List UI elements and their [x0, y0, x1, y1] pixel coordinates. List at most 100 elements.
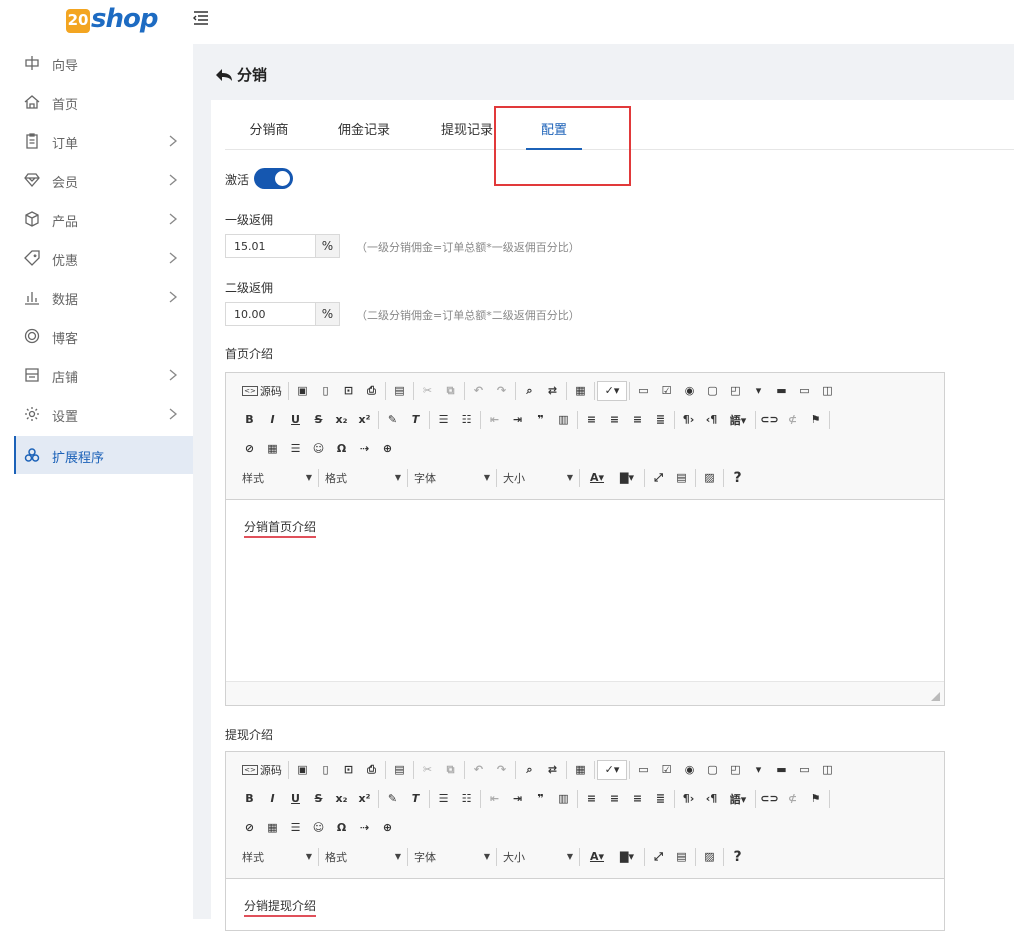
- page-break-icon[interactable]: ⇢: [353, 818, 376, 838]
- text-color-icon[interactable]: A▾: [582, 847, 612, 867]
- bg-color-icon[interactable]: ▇▾: [612, 468, 642, 488]
- copy-icon[interactable]: ⧉: [439, 760, 462, 780]
- align-left-icon[interactable]: ≡: [580, 410, 603, 430]
- smiley-icon[interactable]: ☺: [307, 818, 330, 838]
- resize-handle[interactable]: [931, 692, 940, 701]
- spellcheck-icon[interactable]: ✓▾: [597, 380, 627, 401]
- strikethrough-icon[interactable]: S: [307, 410, 330, 430]
- sidebar-item-settings[interactable]: 设置: [14, 395, 193, 433]
- textfield-icon[interactable]: ▢: [701, 381, 724, 401]
- editor-content-area[interactable]: 分销首页介绍: [226, 499, 944, 681]
- redo-icon[interactable]: ↷: [490, 381, 513, 401]
- link-icon[interactable]: ⊂⊃: [758, 789, 781, 809]
- justify-icon[interactable]: ≣: [649, 789, 672, 809]
- copy-format-icon[interactable]: ✎: [381, 410, 404, 430]
- format-dropdown[interactable]: 格式 ▼: [321, 468, 405, 488]
- justify-icon[interactable]: ≣: [649, 410, 672, 430]
- button-field-icon[interactable]: ▬: [770, 381, 793, 401]
- bold-icon[interactable]: B: [238, 789, 261, 809]
- replace-icon[interactable]: ⇄: [541, 381, 564, 401]
- new-page-icon[interactable]: ▯: [314, 381, 337, 401]
- select-field-icon[interactable]: ▾: [747, 760, 770, 780]
- superscript-icon[interactable]: x²: [353, 789, 376, 809]
- align-center-icon[interactable]: ≡: [603, 410, 626, 430]
- sidebar-item-coupons[interactable]: 优惠: [14, 239, 193, 277]
- bold-icon[interactable]: B: [238, 410, 261, 430]
- select-all-icon[interactable]: ▦: [569, 760, 592, 780]
- italic-icon[interactable]: I: [261, 789, 284, 809]
- italic-icon[interactable]: I: [261, 410, 284, 430]
- print-icon[interactable]: ⎙: [360, 760, 383, 780]
- sidebar-item-products[interactable]: 产品: [14, 200, 193, 238]
- page-break-icon[interactable]: ⇢: [353, 439, 376, 459]
- hidden-field-icon[interactable]: ◫: [816, 381, 839, 401]
- flash-icon[interactable]: ⊘: [238, 439, 261, 459]
- horizontal-line-icon[interactable]: ☰: [284, 818, 307, 838]
- textarea-icon[interactable]: ◰: [724, 381, 747, 401]
- hidden-field-icon[interactable]: ◫: [816, 760, 839, 780]
- show-blocks-icon[interactable]: ▤: [670, 847, 693, 867]
- copy-format-icon[interactable]: ✎: [381, 789, 404, 809]
- rtl-icon[interactable]: ‹¶: [700, 410, 723, 430]
- outdent-icon[interactable]: ⇤: [483, 789, 506, 809]
- redo-icon[interactable]: ↷: [490, 760, 513, 780]
- strikethrough-icon[interactable]: S: [307, 789, 330, 809]
- align-center-icon[interactable]: ≡: [603, 789, 626, 809]
- subscript-icon[interactable]: x₂: [330, 410, 353, 430]
- align-right-icon[interactable]: ≡: [626, 789, 649, 809]
- select-all-icon[interactable]: ▦: [569, 381, 592, 401]
- source-button[interactable]: <> 源码: [238, 381, 286, 401]
- sidebar-item-members[interactable]: 会员: [14, 161, 193, 199]
- preview-icon[interactable]: ⊡: [337, 381, 360, 401]
- level2-rate-input[interactable]: [225, 302, 315, 326]
- indent-icon[interactable]: ⇥: [506, 410, 529, 430]
- help-icon[interactable]: ?: [726, 468, 749, 488]
- language-icon[interactable]: 語▾: [723, 410, 753, 430]
- div-container-icon[interactable]: ▥: [552, 410, 575, 430]
- remove-format-icon[interactable]: T: [404, 789, 427, 809]
- spellcheck-icon[interactable]: ✓▾: [597, 759, 627, 780]
- help-icon[interactable]: ?: [726, 847, 749, 867]
- sidebar-item-guide[interactable]: 向导: [14, 44, 193, 82]
- maximize-icon[interactable]: ⤢: [647, 468, 670, 488]
- show-blocks-icon[interactable]: ▤: [670, 468, 693, 488]
- subscript-icon[interactable]: x₂: [330, 789, 353, 809]
- unlink-icon[interactable]: ⊄: [781, 789, 804, 809]
- form-icon[interactable]: ▭: [632, 760, 655, 780]
- numbered-list-icon[interactable]: ☰: [432, 410, 455, 430]
- templates-icon[interactable]: ▤: [388, 760, 411, 780]
- sidebar-item-orders[interactable]: 订单: [14, 122, 193, 160]
- indent-icon[interactable]: ⇥: [506, 789, 529, 809]
- brand-logo[interactable]: 20 shop: [66, 3, 158, 33]
- level1-rate-input[interactable]: [225, 234, 315, 258]
- superscript-icon[interactable]: x²: [353, 410, 376, 430]
- sidebar-item-extensions[interactable]: 扩展程序: [14, 436, 193, 474]
- language-icon[interactable]: 語▾: [723, 789, 753, 809]
- size-dropdown[interactable]: 大小 ▼: [499, 847, 577, 867]
- save-icon[interactable]: ▣: [291, 381, 314, 401]
- ltr-icon[interactable]: ¶›: [677, 789, 700, 809]
- undo-icon[interactable]: ↶: [467, 760, 490, 780]
- table-icon[interactable]: ▦: [261, 818, 284, 838]
- image-icon[interactable]: ▨: [698, 847, 721, 867]
- tab-commission-records[interactable]: 佣金记录: [335, 120, 393, 150]
- anchor-icon[interactable]: ⚑: [804, 410, 827, 430]
- horizontal-line-icon[interactable]: ☰: [284, 439, 307, 459]
- sidebar-item-store[interactable]: 店铺: [14, 356, 193, 394]
- checkbox-icon[interactable]: ☑: [655, 760, 678, 780]
- rtl-icon[interactable]: ‹¶: [700, 789, 723, 809]
- tab-withdraw-records[interactable]: 提现记录: [438, 120, 496, 150]
- styles-dropdown[interactable]: 样式 ▼: [238, 847, 316, 867]
- blockquote-icon[interactable]: ❞: [529, 789, 552, 809]
- textarea-icon[interactable]: ◰: [724, 760, 747, 780]
- sidebar-item-data[interactable]: 数据: [14, 278, 193, 316]
- align-left-icon[interactable]: ≡: [580, 789, 603, 809]
- checkbox-icon[interactable]: ☑: [655, 381, 678, 401]
- underline-icon[interactable]: U: [284, 410, 307, 430]
- remove-format-icon[interactable]: T: [404, 410, 427, 430]
- size-dropdown[interactable]: 大小 ▼: [499, 468, 577, 488]
- unlink-icon[interactable]: ⊄: [781, 410, 804, 430]
- find-icon[interactable]: ⌕: [518, 381, 541, 401]
- numbered-list-icon[interactable]: ☰: [432, 789, 455, 809]
- table-icon[interactable]: ▦: [261, 439, 284, 459]
